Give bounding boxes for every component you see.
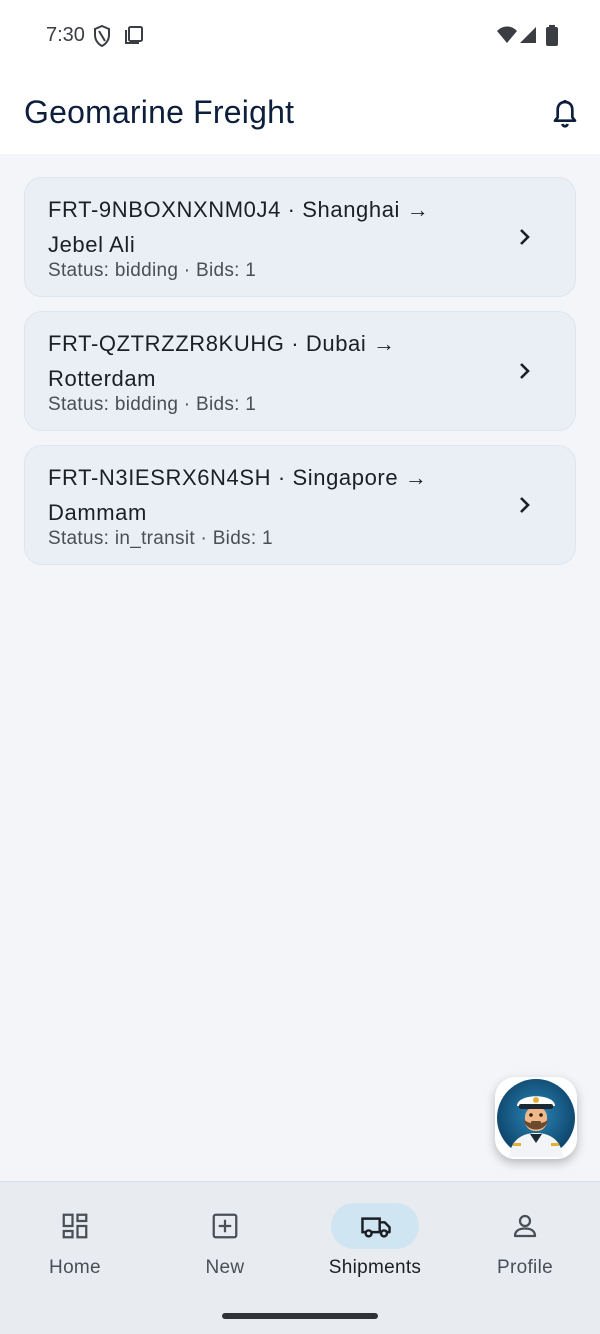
status-bar: 7:30 bbox=[0, 0, 600, 72]
cellular-signal-icon bbox=[520, 27, 536, 43]
nav-icon-container bbox=[31, 1203, 119, 1249]
assistant-fab[interactable] bbox=[495, 1077, 577, 1159]
battery-icon bbox=[546, 25, 558, 46]
notifications-bell-icon[interactable] bbox=[549, 98, 581, 130]
shield-icon bbox=[94, 25, 110, 47]
nav-icon-container bbox=[181, 1203, 269, 1249]
shipment-status: Status: bidding · Bids: 1 bbox=[48, 394, 257, 415]
nav-icon-container bbox=[481, 1203, 569, 1249]
shipment-title: FRT-QZTRZZR8KUHG · Dubai → Rotterdam bbox=[48, 331, 396, 391]
nav-label-new: New bbox=[205, 1257, 245, 1278]
nav-label-home: Home bbox=[49, 1257, 101, 1278]
shipment-title: FRT-9NBOXNXNM0J4 · Shanghai → Jebel Ali bbox=[48, 197, 430, 257]
app-bar: Geomarine Freight bbox=[0, 72, 600, 154]
person-icon bbox=[513, 1214, 537, 1238]
nav-icon-container bbox=[331, 1203, 419, 1249]
shipment-title: FRT-N3IESRX6N4SH · Singapore → Dammam bbox=[48, 465, 428, 525]
chevron-right-icon bbox=[520, 497, 530, 513]
home-indicator[interactable] bbox=[222, 1313, 378, 1319]
shipment-status: Status: in_transit · Bids: 1 bbox=[48, 528, 273, 549]
nav-label-shipments: Shipments bbox=[328, 1257, 422, 1278]
app-title: Geomarine Freight bbox=[24, 94, 295, 130]
captain-avatar-icon bbox=[497, 1079, 575, 1157]
chevron-right-icon bbox=[520, 229, 530, 245]
shipment-card[interactable]: FRT-9NBOXNXNM0J4 · Shanghai → Jebel Ali … bbox=[24, 177, 576, 297]
add-box-icon bbox=[212, 1213, 238, 1239]
status-time: 7:30 bbox=[46, 24, 85, 46]
shipment-list: FRT-9NBOXNXNM0J4 · Shanghai → Jebel Ali … bbox=[24, 177, 576, 579]
bottom-navigation: Home New Shipments Profile bbox=[0, 1181, 600, 1334]
screenshot-icon bbox=[125, 26, 143, 44]
shipment-status: Status: bidding · Bids: 1 bbox=[48, 260, 257, 281]
nav-label-profile: Profile bbox=[497, 1257, 553, 1278]
dashboard-icon bbox=[62, 1213, 88, 1239]
nav-item-profile[interactable]: Profile bbox=[450, 1200, 600, 1290]
nav-item-new[interactable]: New bbox=[150, 1200, 300, 1290]
truck-icon bbox=[361, 1217, 391, 1238]
shipment-card[interactable]: FRT-QZTRZZR8KUHG · Dubai → Rotterdam Sta… bbox=[24, 311, 576, 431]
chevron-right-icon bbox=[520, 363, 530, 379]
wifi-icon bbox=[497, 26, 517, 43]
nav-item-shipments[interactable]: Shipments bbox=[300, 1200, 450, 1290]
shipment-card[interactable]: FRT-N3IESRX6N4SH · Singapore → Dammam St… bbox=[24, 445, 576, 565]
nav-item-home[interactable]: Home bbox=[0, 1200, 150, 1290]
